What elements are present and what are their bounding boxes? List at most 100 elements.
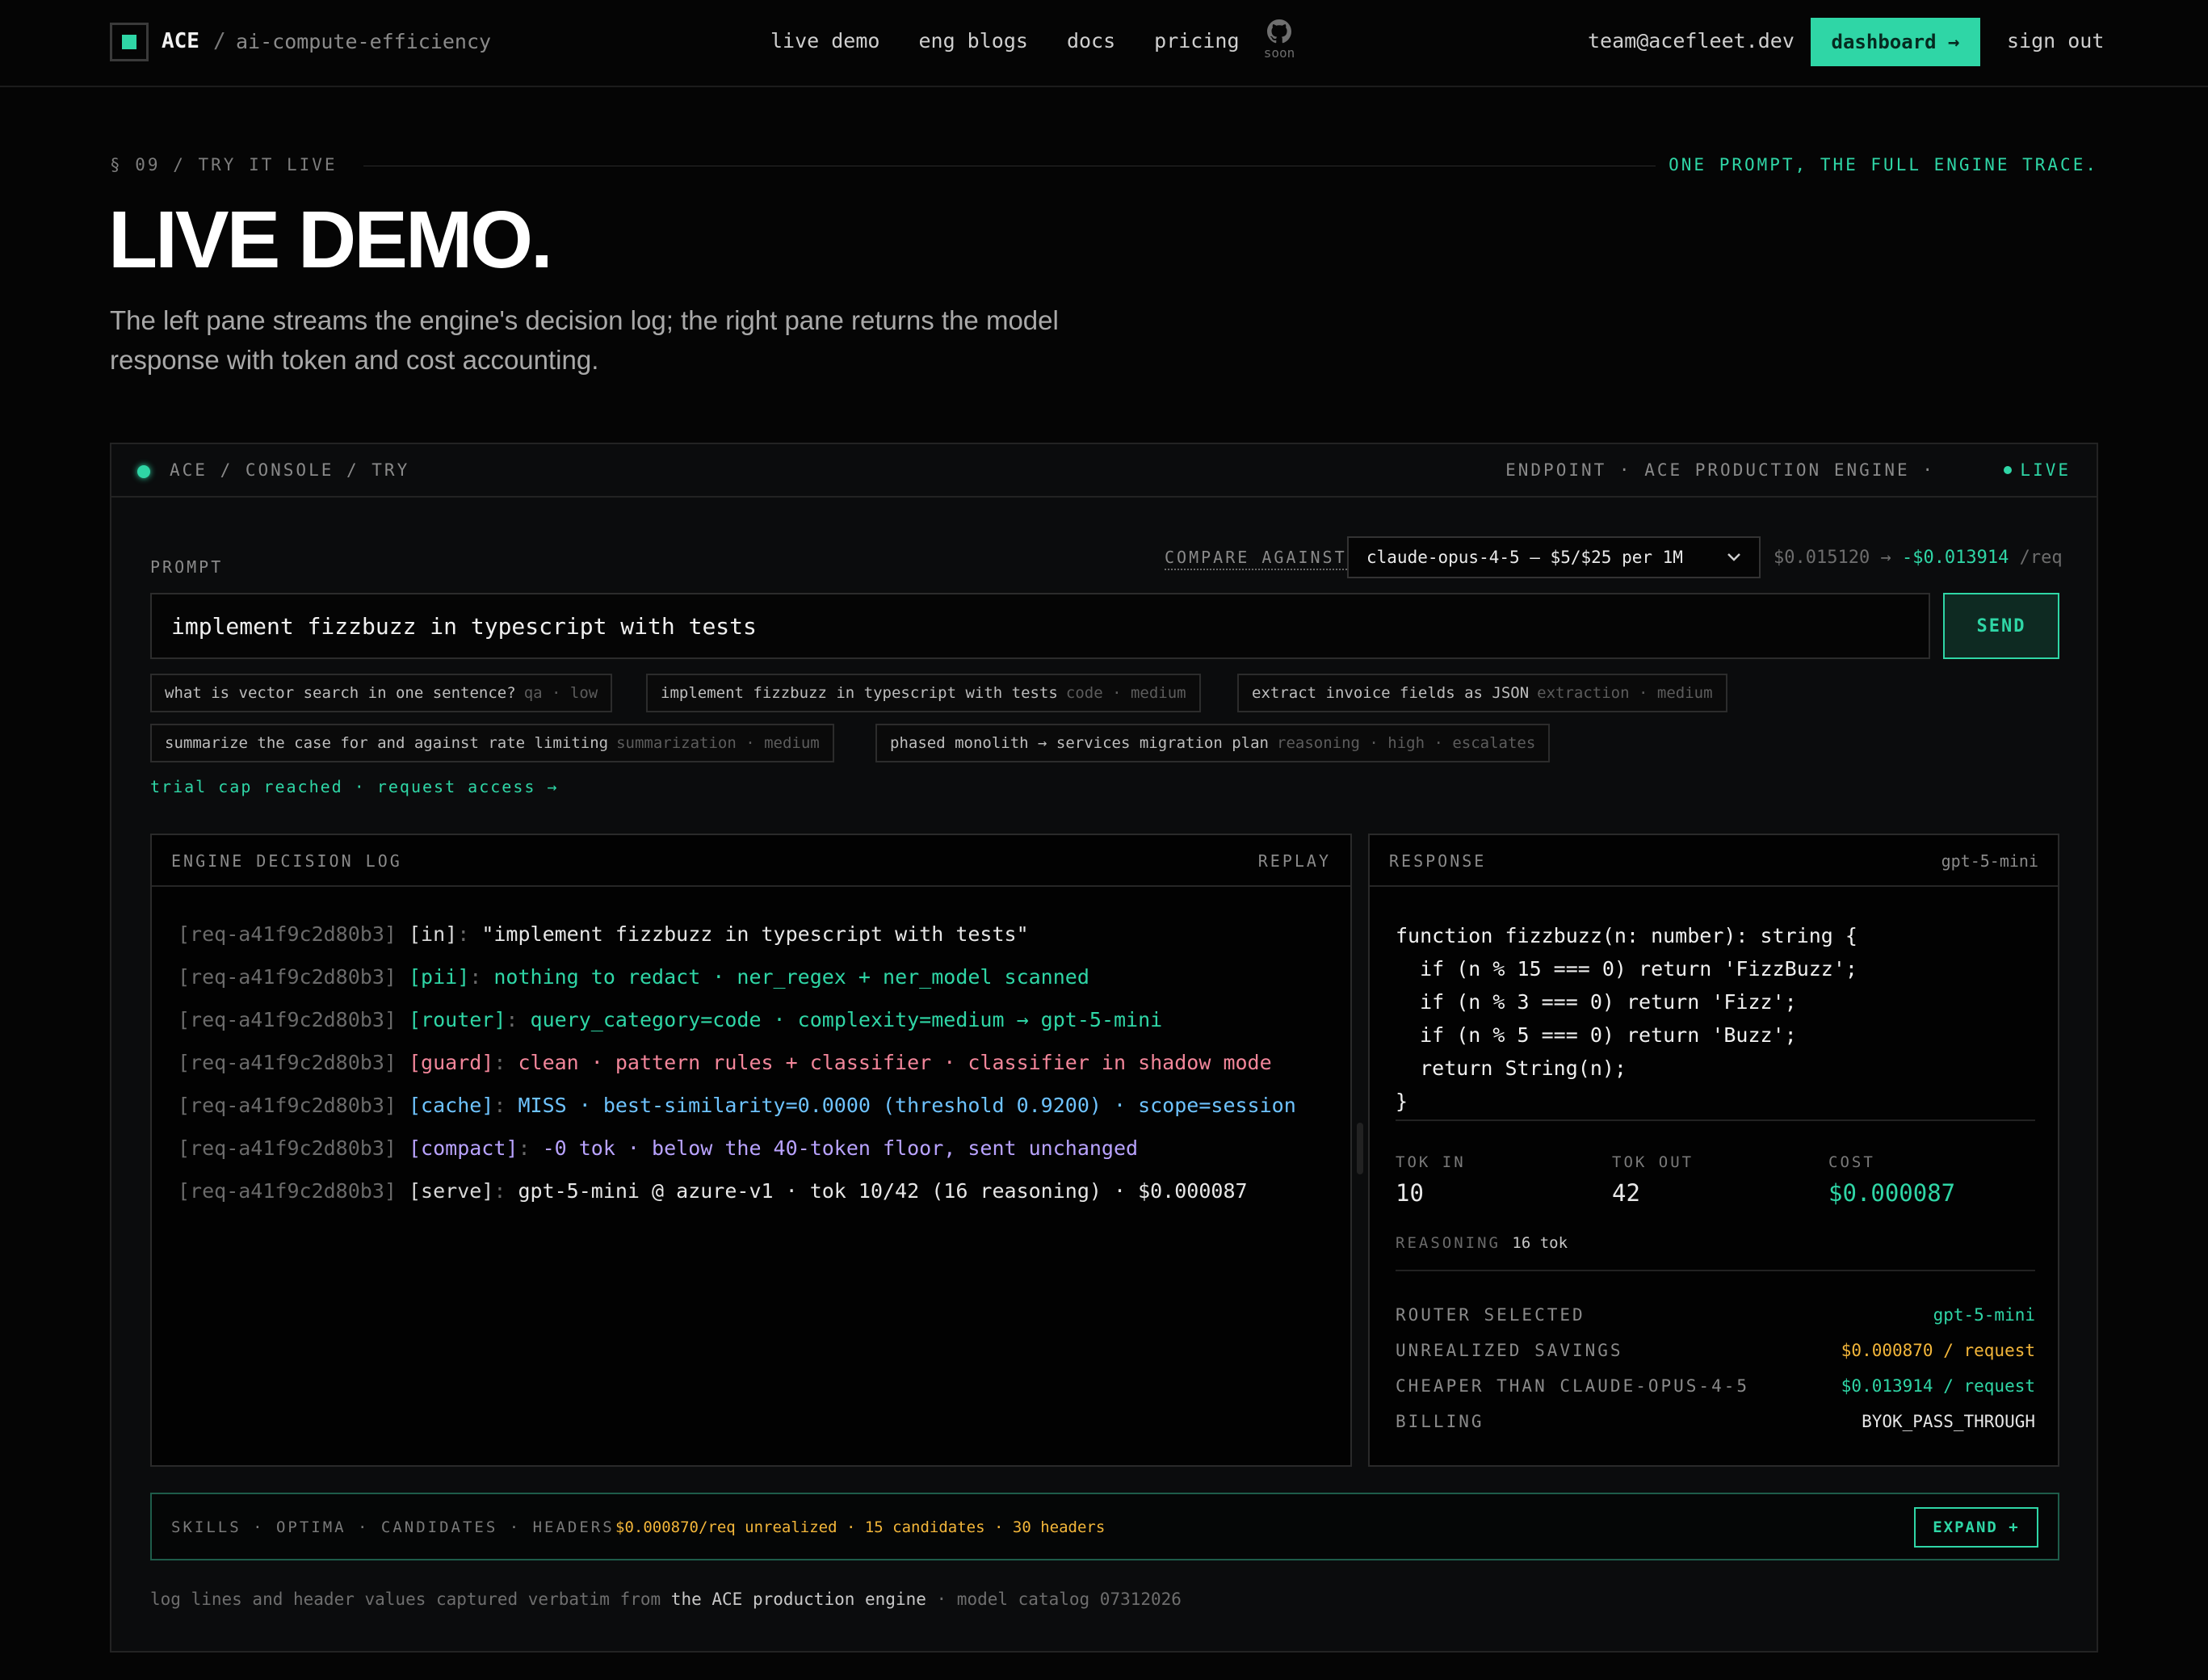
row-key: CHEAPER THAN CLAUDE-OPUS-4-5: [1396, 1376, 1750, 1396]
user-email: team@acefleet.dev: [1588, 29, 1795, 52]
nav-link-live-demo[interactable]: live demo: [770, 29, 879, 52]
chip-meta: summarization · medium: [616, 734, 820, 752]
price-unit: /req: [2019, 548, 2063, 568]
log-line: [req-a41f9c2d80b3] [in]: "implement fizz…: [178, 922, 1296, 965]
skills-bar: SKILLS · OPTIMA · CANDIDATES · HEADERS $…: [150, 1493, 2059, 1560]
chip-text: implement fizzbuzz in typescript with te…: [661, 684, 1058, 702]
chip-meta: reasoning · high · escalates: [1277, 734, 1536, 752]
prompt-input[interactable]: implement fizzbuzz in typescript with te…: [150, 593, 1930, 659]
compare-model-value: claude-opus-4-5 — $5/$25 per 1M: [1366, 548, 1683, 567]
code-line: return String(n);: [1396, 1056, 1627, 1080]
row-value: BYOK_PASS_THROUGH: [1862, 1412, 2035, 1431]
row-key: ROUTER SELECTED: [1396, 1305, 1585, 1325]
chip-text: what is vector search in one sentence?: [165, 684, 516, 702]
chip-text: phased monolith → services migration pla…: [890, 734, 1269, 752]
request-id: [req-a41f9c2d80b3]: [178, 1008, 397, 1031]
tok-in-label: TOK IN: [1396, 1153, 1466, 1171]
expand-button[interactable]: EXPAND +: [1914, 1507, 2038, 1548]
row-value: $0.013914 / request: [1841, 1376, 2035, 1396]
log-line: [req-a41f9c2d80b3] [pii]: nothing to red…: [178, 965, 1296, 1008]
request-access-link[interactable]: trial cap reached · request access →: [150, 777, 558, 796]
endpoint-label: ENDPOINT · ACE PRODUCTION ENGINE ·: [1505, 460, 1935, 480]
live-label: LIVE: [2020, 460, 2071, 480]
footnote-link[interactable]: the ACE production engine: [671, 1590, 926, 1609]
response-code: function fizzbuzz(n: number): string { i…: [1396, 919, 1857, 1118]
footnote: log lines and header values captured ver…: [150, 1590, 1182, 1609]
log-tag: [compact]: [409, 1136, 518, 1160]
pane-resize-handle[interactable]: [1357, 1123, 1363, 1174]
log-line: [req-a41f9c2d80b3] [compact]: -0 tok · b…: [178, 1136, 1296, 1179]
response-divider: [1396, 1270, 2035, 1271]
footnote-post: · model catalog 07312026: [926, 1590, 1182, 1609]
row-value: $0.000870 / request: [1841, 1341, 2035, 1360]
request-id: [req-a41f9c2d80b3]: [178, 922, 397, 946]
breadcrumb: ACE / CONSOLE / TRY: [170, 460, 410, 480]
sign-out-link[interactable]: sign out: [2007, 29, 2104, 52]
log-sep: :: [493, 1179, 518, 1203]
billing-row: BILLING BYOK_PASS_THROUGH: [1396, 1412, 2035, 1436]
log-lines: [req-a41f9c2d80b3] [in]: "implement fizz…: [178, 922, 1296, 1222]
log-tag: [pii]: [409, 965, 470, 989]
log-sep: :: [493, 1094, 518, 1117]
code-line: if (n % 15 === 0) return 'FizzBuzz';: [1396, 957, 1857, 981]
github-link[interactable]: soon: [1261, 19, 1297, 61]
request-id: [req-a41f9c2d80b3]: [178, 1051, 397, 1074]
section-tag: § 09 / TRY IT LIVE: [110, 155, 338, 174]
response-pane: RESPONSE gpt-5-mini function fizzbuzz(n:…: [1368, 834, 2059, 1467]
price-comparison: $0.015120 → -$0.013914 /req: [1774, 548, 2063, 568]
compare-against-label[interactable]: COMPARE AGAINST: [1165, 548, 1347, 570]
reasoning-value: 16 tok: [1512, 1234, 1568, 1252]
log-sep: :: [518, 1136, 543, 1160]
console-header: ACE / CONSOLE / TRY ENDPOINT · ACE PRODU…: [111, 444, 2097, 498]
response-divider: [1396, 1119, 2035, 1121]
nav-link-pricing[interactable]: pricing: [1154, 29, 1239, 52]
log-line: [req-a41f9c2d80b3] [cache]: MISS · best-…: [178, 1094, 1296, 1136]
log-message: query_category=code · complexity=medium …: [530, 1008, 1163, 1031]
tok-out-value: 42: [1612, 1179, 1640, 1207]
example-chip[interactable]: extract invoice fields as JSON extraction…: [1237, 674, 1727, 712]
log-tag: [cache]: [409, 1094, 494, 1117]
replay-button[interactable]: REPLAY: [1258, 851, 1331, 871]
brand-name[interactable]: ACE: [162, 29, 199, 53]
example-chip[interactable]: phased monolith → services migration pla…: [875, 724, 1551, 762]
send-button[interactable]: SEND: [1943, 593, 2059, 659]
example-chip[interactable]: implement fizzbuzz in typescript with te…: [646, 674, 1201, 712]
dashboard-button[interactable]: dashboard →: [1811, 18, 1980, 66]
example-chip[interactable]: what is vector search in one sentence? qa…: [150, 674, 613, 712]
request-id: [req-a41f9c2d80b3]: [178, 1179, 397, 1203]
log-line: [req-a41f9c2d80b3] [guard]: clean · patt…: [178, 1051, 1296, 1094]
logo-icon[interactable]: [110, 23, 149, 61]
status-dot-icon: [137, 465, 150, 478]
price-from: $0.015120 →: [1774, 548, 1891, 568]
log-sep: :: [506, 1008, 531, 1031]
compare-model-select[interactable]: claude-opus-4-5 — $5/$25 per 1M: [1347, 536, 1761, 578]
code-line: }: [1396, 1090, 1408, 1113]
response-header: RESPONSE gpt-5-mini: [1370, 835, 2058, 887]
log-sep: :: [469, 965, 494, 989]
prompt-label: PROMPT: [150, 557, 224, 577]
log-header: ENGINE DECISION LOG REPLAY: [152, 835, 1350, 887]
brand-subtitle: ai-compute-efficiency: [236, 30, 492, 53]
row-key: UNREALIZED SAVINGS: [1396, 1341, 1623, 1360]
nav-link-docs[interactable]: docs: [1067, 29, 1115, 52]
chip-meta: qa · low: [523, 684, 598, 702]
github-soon-label: soon: [1263, 45, 1295, 61]
section-tagline: ONE PROMPT, THE FULL ENGINE TRACE.: [1669, 155, 2098, 174]
tok-out-label: TOK OUT: [1612, 1153, 1694, 1171]
chip-meta: code · medium: [1065, 684, 1186, 702]
log-message: clean · pattern rules + classifier · cla…: [518, 1051, 1272, 1074]
example-chip[interactable]: summarize the case for and against rate …: [150, 724, 834, 762]
chip-text: summarize the case for and against rate …: [165, 734, 609, 752]
console-panel: ACE / CONSOLE / TRY ENDPOINT · ACE PRODU…: [110, 443, 2098, 1653]
price-delta: -$0.013914: [1901, 548, 2009, 568]
request-id: [req-a41f9c2d80b3]: [178, 1136, 397, 1160]
router-selected-row: ROUTER SELECTED gpt-5-mini: [1396, 1305, 2035, 1329]
reasoning-stat: REASONING 16 tok: [1396, 1234, 1568, 1252]
log-message: -0 tok · below the 40-token floor, sent …: [542, 1136, 1139, 1160]
cost-value: $0.000087: [1828, 1179, 1956, 1207]
cheaper-than-row: CHEAPER THAN CLAUDE-OPUS-4-5 $0.013914 / …: [1396, 1376, 2035, 1401]
nav-link-eng-blogs[interactable]: eng blogs: [918, 29, 1027, 52]
chip-meta: extraction · medium: [1537, 684, 1713, 702]
chevron-down-icon: [1727, 553, 1740, 561]
github-icon: [1267, 19, 1291, 44]
